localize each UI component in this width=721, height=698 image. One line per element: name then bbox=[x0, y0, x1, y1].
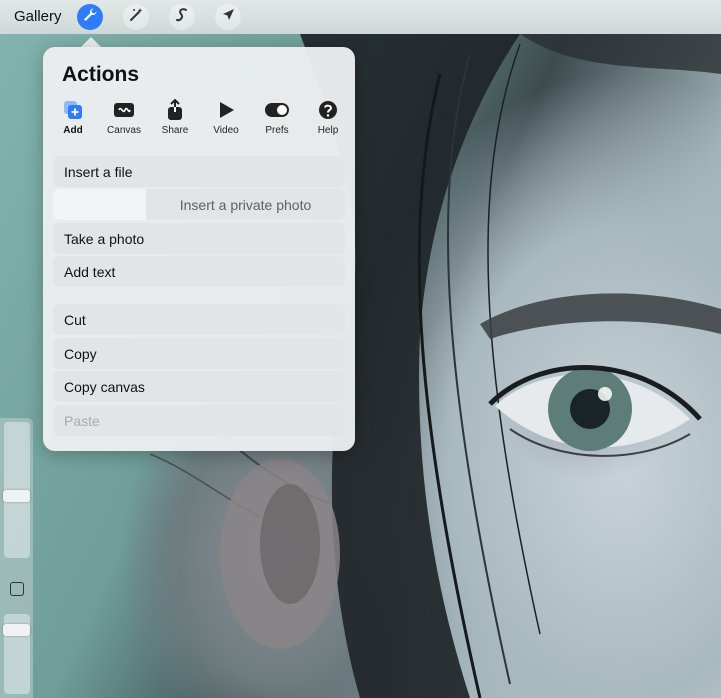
canvas-icon bbox=[113, 101, 135, 122]
actions-title: Actions bbox=[62, 63, 140, 86]
transform-button[interactable] bbox=[215, 4, 241, 30]
tab-add-label: Add bbox=[63, 125, 83, 136]
tab-video-label: Video bbox=[213, 125, 239, 136]
tab-help-label: Help bbox=[317, 125, 339, 136]
paste-item[interactable]: Paste bbox=[53, 405, 345, 436]
tab-share[interactable]: Share bbox=[152, 98, 198, 136]
share-icon bbox=[166, 98, 184, 124]
tab-prefs[interactable]: Prefs bbox=[254, 100, 300, 136]
modify-button[interactable] bbox=[10, 582, 24, 596]
magic-wand-icon bbox=[128, 7, 144, 28]
actions-popover: Actions Add Canvas Share Video Prefs Hel… bbox=[43, 47, 355, 451]
left-sidebar bbox=[0, 418, 33, 698]
gallery-button[interactable]: Gallery bbox=[14, 8, 62, 25]
take-photo-item[interactable]: Take a photo bbox=[53, 223, 345, 254]
toggle-icon bbox=[264, 102, 290, 121]
brush-size-thumb[interactable] bbox=[3, 490, 30, 502]
cut-item[interactable]: Cut bbox=[53, 304, 345, 335]
tab-canvas-label: Canvas bbox=[107, 125, 141, 136]
tab-video[interactable]: Video bbox=[203, 100, 249, 136]
insert-private-photo-item[interactable]: Insert a private photo bbox=[53, 189, 345, 220]
copy-canvas-item[interactable]: Copy canvas bbox=[53, 371, 345, 402]
opacity-thumb[interactable] bbox=[3, 624, 30, 636]
arrow-cursor-icon bbox=[220, 7, 236, 28]
add-text-item[interactable]: Add text bbox=[53, 256, 345, 287]
actions-wrench-button[interactable] bbox=[77, 4, 103, 30]
tab-prefs-label: Prefs bbox=[265, 125, 289, 136]
help-icon bbox=[318, 100, 338, 123]
add-icon bbox=[63, 100, 83, 123]
tab-canvas[interactable]: Canvas bbox=[101, 100, 147, 136]
insert-private-photo-label: Insert a private photo bbox=[179, 196, 312, 213]
selection-s-icon bbox=[174, 7, 190, 28]
wrench-icon bbox=[82, 7, 98, 28]
insert-file-item[interactable]: Insert a file bbox=[53, 156, 345, 187]
adjustments-button[interactable] bbox=[123, 4, 149, 30]
selection-button[interactable] bbox=[169, 4, 195, 30]
tab-share-label: Share bbox=[161, 125, 189, 136]
actions-tabs: Add Canvas Share Video Prefs Help bbox=[43, 98, 355, 140]
copy-item[interactable]: Copy bbox=[53, 338, 345, 369]
top-toolbar: Gallery bbox=[0, 0, 721, 34]
tab-help[interactable]: Help bbox=[305, 100, 351, 136]
tab-add[interactable]: Add bbox=[50, 100, 96, 136]
popover-arrow bbox=[81, 37, 101, 47]
private-photo-highlight bbox=[53, 189, 146, 220]
play-icon bbox=[217, 101, 235, 122]
